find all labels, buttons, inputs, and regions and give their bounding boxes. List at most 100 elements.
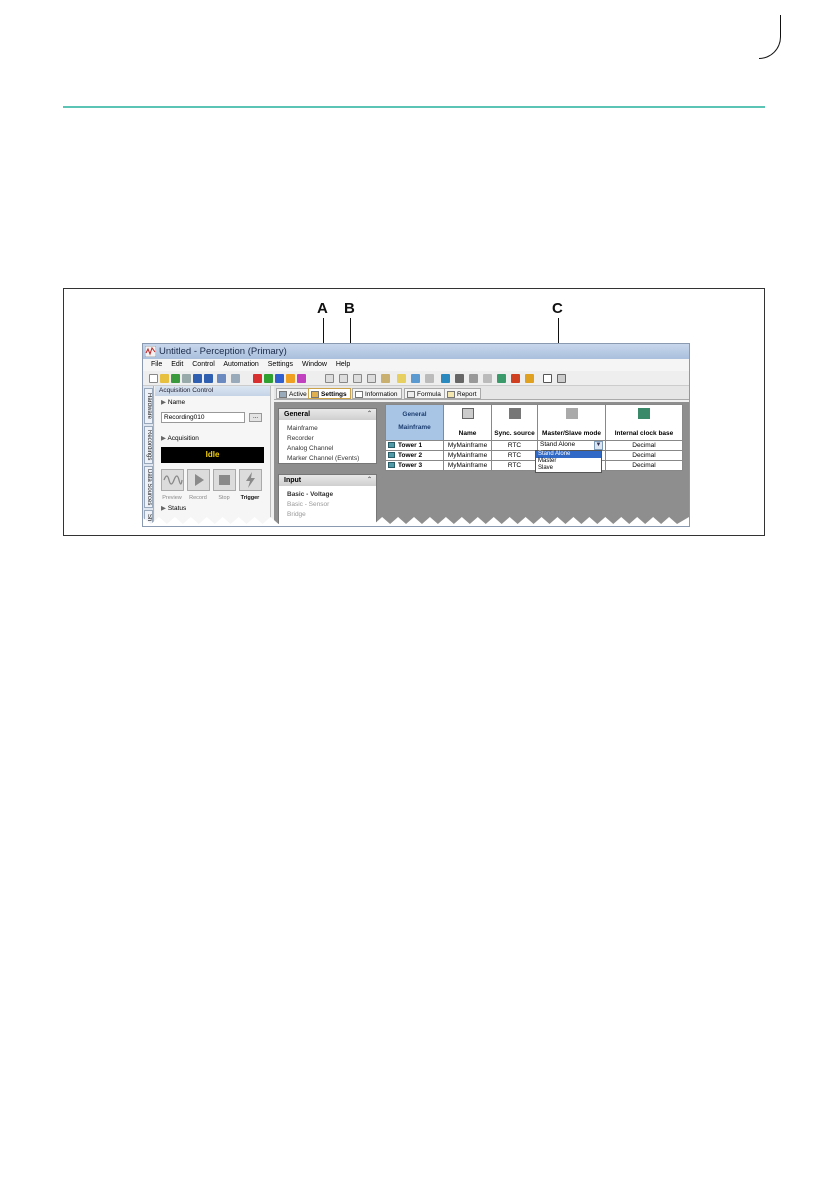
view-icon[interactable] [231,374,240,383]
export-icon[interactable] [217,374,226,383]
column-header-internal-clock-base[interactable]: Internal clock base [605,404,683,441]
chevron-down-icon[interactable]: ▼ [594,441,603,450]
layout-icon[interactable] [425,374,434,383]
print-icon[interactable] [182,374,191,383]
expand-arrow-icon[interactable]: ▶ [161,399,166,406]
settings-item-analog-channel[interactable]: Analog Channel [279,444,376,454]
record-red-icon[interactable] [253,374,262,383]
collapse-chevron-icon[interactable]: ⌃ [367,475,372,486]
trigger-button[interactable] [239,469,262,491]
row-header-tower-2[interactable]: Tower 2 [385,450,444,461]
menu-file[interactable]: File [151,361,162,368]
page4-icon[interactable] [367,374,376,383]
input-group-header[interactable]: Input ⌃ [279,475,376,486]
cell-internal-clock-base[interactable]: Decimal [605,460,683,471]
chart-icon[interactable] [411,374,420,383]
home-icon[interactable] [171,374,180,383]
grid-icon[interactable] [497,374,506,383]
menu-window[interactable]: Window [302,361,327,368]
settings-item-recorder[interactable]: Recorder [279,434,376,444]
save-all-icon[interactable] [204,374,213,383]
side-tab-hardware[interactable]: Hardware [144,388,153,424]
side-tab-data-sources[interactable]: Data Sources [144,466,153,508]
row-header-tower-3[interactable]: Tower 3 [385,460,444,471]
name-row: ▶ Name [161,398,185,406]
tab-report[interactable]: Report [444,388,481,399]
sync-source-column-icon [508,408,521,419]
printer-icon[interactable] [557,374,566,383]
tab-settings[interactable]: Settings [308,388,351,399]
recording-name-input[interactable]: Recording010 [161,412,245,423]
column-header-name[interactable]: Name [443,404,492,441]
master-slave-column-icon [565,408,578,419]
table-row[interactable]: Tower 1 MyMainframe RTC Stand Alone ▼ De… [385,440,683,451]
cell-name[interactable]: MyMainframe [443,450,492,461]
cell-sync-source[interactable]: RTC [491,460,538,471]
cell-sync-source[interactable]: RTC [491,440,538,451]
cell-internal-clock-base[interactable]: Decimal [605,450,683,461]
row-header-tower-1[interactable]: Tower 1 [385,440,444,451]
column-header-master-slave-mode[interactable]: Master/Slave mode [537,404,606,441]
blue-icon[interactable] [275,374,284,383]
preview-label: Preview [162,495,182,501]
tab-formula[interactable]: Formula [404,388,445,399]
input-title: Input [284,477,302,484]
run-green-icon[interactable] [264,374,273,383]
page3-icon[interactable] [353,374,362,383]
dropdown-option-stand-alone[interactable]: Stand Alone [536,451,601,458]
alarm-icon[interactable] [511,374,520,383]
orange-icon[interactable] [286,374,295,383]
page2-icon[interactable] [339,374,348,383]
acquisition-control-panel: Acquisition Control ▶ Name Recording010 … [155,386,271,526]
new-icon[interactable] [149,374,158,383]
stop-label: Stop [218,495,230,501]
preview-button[interactable] [161,469,184,491]
table-row[interactable]: Tower 2 MyMainframe RTC Decimal [385,450,683,461]
warning-icon[interactable] [525,374,534,383]
cell-name[interactable]: MyMainframe [443,440,492,451]
save-icon[interactable] [193,374,202,383]
fit-icon[interactable] [543,374,552,383]
dropdown-option-slave[interactable]: Slave [536,465,601,472]
menu-settings[interactable]: Settings [268,361,293,368]
collapse-chevron-icon[interactable]: ⌃ [367,409,372,420]
expand-arrow-icon[interactable]: ▶ [161,505,166,512]
settings-item-basic-sensor[interactable]: Basic - Sensor [279,500,376,510]
tab-information[interactable]: Information [352,388,402,399]
open-icon[interactable] [160,374,169,383]
tools-icon[interactable] [469,374,478,383]
folder-icon[interactable] [397,374,406,383]
purple-icon[interactable] [297,374,306,383]
tab-formula-label: Formula [417,391,441,398]
table-row[interactable]: Tower 3 MyMainframe RTC Decimal [385,460,683,471]
column-name-label: Name [458,430,477,437]
browse-button[interactable]: ... [249,413,262,422]
settings-item-basic-voltage[interactable]: Basic - Voltage [279,490,376,500]
page-icon[interactable] [325,374,334,383]
menu-help[interactable]: Help [336,361,350,368]
tab-active[interactable]: Active [276,388,311,399]
acquisition-state-display: Idle [161,447,264,463]
record-button[interactable] [187,469,210,491]
cell-name[interactable]: MyMainframe [443,460,492,471]
cell-sync-source[interactable]: RTC [491,450,538,461]
stop-button[interactable] [213,469,236,491]
settings-item-marker-channel[interactable]: Marker Channel (Events) [279,454,376,464]
callout-a: A [317,300,328,317]
settings-item-mainframe[interactable]: Mainframe [279,424,376,434]
expand-arrow-icon[interactable]: ▶ [161,435,166,442]
cell-master-slave-mode[interactable]: Stand Alone ▼ [537,440,606,451]
general-group-header[interactable]: General ⌃ [279,409,376,420]
globe-icon[interactable] [441,374,450,383]
dropdown-option-master[interactable]: Master [536,458,601,465]
master-slave-combo[interactable]: Stand Alone ▼ [540,441,603,450]
window-icon[interactable] [455,374,464,383]
menu-control[interactable]: Control [192,361,215,368]
menu-edit[interactable]: Edit [171,361,183,368]
column-header-sync-source[interactable]: Sync. source [491,404,538,441]
cell-internal-clock-base[interactable]: Decimal [605,440,683,451]
menu-automation[interactable]: Automation [223,361,258,368]
marker-icon[interactable] [483,374,492,383]
side-tab-recordings[interactable]: Recordings [144,426,153,464]
notes-icon[interactable] [381,374,390,383]
